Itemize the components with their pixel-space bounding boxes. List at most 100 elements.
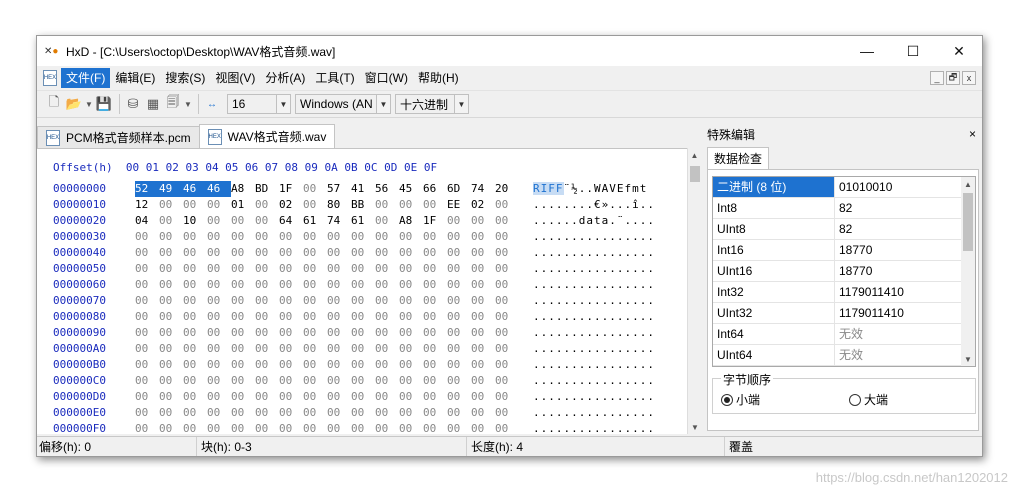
hex-byte[interactable]: 00 [231,229,255,245]
hex-byte[interactable]: 00 [423,277,447,293]
hex-byte[interactable]: 00 [279,245,303,261]
hex-byte[interactable]: 00 [351,277,375,293]
hex-byte[interactable]: 00 [495,357,519,373]
hex-byte[interactable]: 00 [255,405,279,421]
hex-byte[interactable]: 00 [279,405,303,421]
hex-byte[interactable]: 00 [183,229,207,245]
hex-byte[interactable]: 00 [375,229,399,245]
hex-byte[interactable]: 00 [447,309,471,325]
hex-byte[interactable]: 00 [447,389,471,405]
row-ascii[interactable]: RIFF¨½..WAVEfmt [533,181,655,197]
hex-byte[interactable]: 00 [447,421,471,437]
hex-byte[interactable]: 00 [207,213,231,229]
hex-byte[interactable]: 00 [495,277,519,293]
hex-byte[interactable]: 00 [183,405,207,421]
hex-byte[interactable]: 00 [327,245,351,261]
hex-byte[interactable]: 00 [135,421,159,437]
new-file-icon[interactable]: 🗋 [45,94,63,113]
hex-byte[interactable]: BB [351,197,375,213]
hex-byte[interactable]: 00 [399,389,423,405]
hex-byte[interactable]: 00 [207,245,231,261]
hex-byte[interactable]: 00 [207,373,231,389]
hex-byte[interactable]: 1F [423,213,447,229]
hex-byte[interactable]: 00 [135,277,159,293]
hex-byte[interactable]: 00 [327,309,351,325]
hex-byte[interactable]: 00 [447,229,471,245]
hex-byte[interactable]: 00 [471,405,495,421]
hex-byte[interactable]: 00 [231,341,255,357]
hex-byte[interactable]: BD [255,181,279,197]
hex-byte[interactable]: 00 [351,389,375,405]
row-ascii[interactable]: ........€»...î.. [533,197,655,213]
hex-byte[interactable]: 00 [255,389,279,405]
hex-scrollbar[interactable]: ▲ ▼ [687,148,701,434]
hex-byte[interactable]: A8 [399,213,423,229]
chevron-down-icon[interactable]: ▼ [454,95,468,113]
hex-byte[interactable]: 00 [231,389,255,405]
hex-byte[interactable]: 00 [495,373,519,389]
hex-byte[interactable]: 00 [303,261,327,277]
hex-byte[interactable]: 00 [399,309,423,325]
row-ascii[interactable]: ......data.¨.... [533,213,655,229]
row-ascii[interactable]: ................ [533,421,655,437]
hex-byte[interactable]: 00 [183,197,207,213]
hex-byte[interactable]: 00 [495,309,519,325]
charset-select[interactable]: Windows (AN ▼ [295,94,391,114]
hex-byte[interactable]: 00 [183,261,207,277]
scroll-down-icon[interactable]: ▼ [961,352,975,366]
tab-data-inspector[interactable]: 数据检查 [707,147,770,169]
hex-byte[interactable]: 00 [327,293,351,309]
hex-byte[interactable]: 74 [471,181,495,197]
hex-byte[interactable]: 00 [231,261,255,277]
inspector-value[interactable]: 82 [835,198,975,218]
inspector-row[interactable]: Int64 无效 [713,324,975,345]
hex-byte[interactable]: 00 [495,341,519,357]
hex-byte[interactable]: 00 [423,405,447,421]
close-button[interactable]: ✕ [936,36,982,66]
hex-byte[interactable]: 00 [159,421,183,437]
scroll-down-icon[interactable]: ▼ [688,420,702,434]
row-ascii[interactable]: ................ [533,309,655,325]
inspector-value[interactable]: 18770 [835,261,975,281]
row-ascii[interactable]: ................ [533,389,655,405]
hex-byte[interactable]: 00 [423,357,447,373]
hex-byte[interactable]: 00 [423,389,447,405]
hex-byte[interactable]: 00 [399,421,423,437]
hex-byte[interactable]: 00 [159,293,183,309]
hex-byte[interactable]: 66 [423,181,447,197]
hex-byte[interactable]: 00 [183,389,207,405]
hex-byte[interactable]: 00 [399,357,423,373]
inspector-value[interactable]: 82 [835,219,975,239]
hex-byte[interactable]: 00 [447,341,471,357]
hex-byte[interactable]: 00 [255,357,279,373]
hex-byte[interactable]: 00 [495,245,519,261]
hex-byte[interactable]: 00 [207,405,231,421]
inspector-row[interactable]: UInt32 1179011410 [713,303,975,324]
hex-byte[interactable]: 00 [351,421,375,437]
hex-byte[interactable]: 00 [303,245,327,261]
hex-byte[interactable]: 00 [447,213,471,229]
hex-byte[interactable]: 00 [231,293,255,309]
hex-byte[interactable]: 00 [423,261,447,277]
hex-byte[interactable]: 00 [351,357,375,373]
inspector-row[interactable]: Int16 18770 [713,240,975,261]
hex-byte[interactable]: 02 [471,197,495,213]
hex-byte[interactable]: 00 [303,293,327,309]
hex-byte[interactable]: 10 [183,213,207,229]
hex-byte[interactable]: 00 [135,357,159,373]
hex-byte[interactable]: 00 [351,341,375,357]
dropdown-arrow-icon[interactable]: ▼ [85,95,93,113]
hex-byte[interactable]: 00 [159,245,183,261]
hex-byte[interactable]: 00 [327,261,351,277]
hex-byte[interactable]: 00 [375,309,399,325]
hex-byte[interactable]: 00 [231,309,255,325]
hex-byte[interactable]: 00 [207,357,231,373]
hex-byte[interactable]: 00 [399,261,423,277]
hex-byte[interactable]: 1F [279,181,303,197]
inspector-row[interactable]: UInt8 82 [713,219,975,240]
hex-byte[interactable]: 00 [183,245,207,261]
hex-byte[interactable]: 00 [303,373,327,389]
panel-close-icon[interactable]: × [969,127,976,141]
hex-byte[interactable]: 00 [423,309,447,325]
open-disk-icon[interactable]: ⛁ [124,95,142,113]
